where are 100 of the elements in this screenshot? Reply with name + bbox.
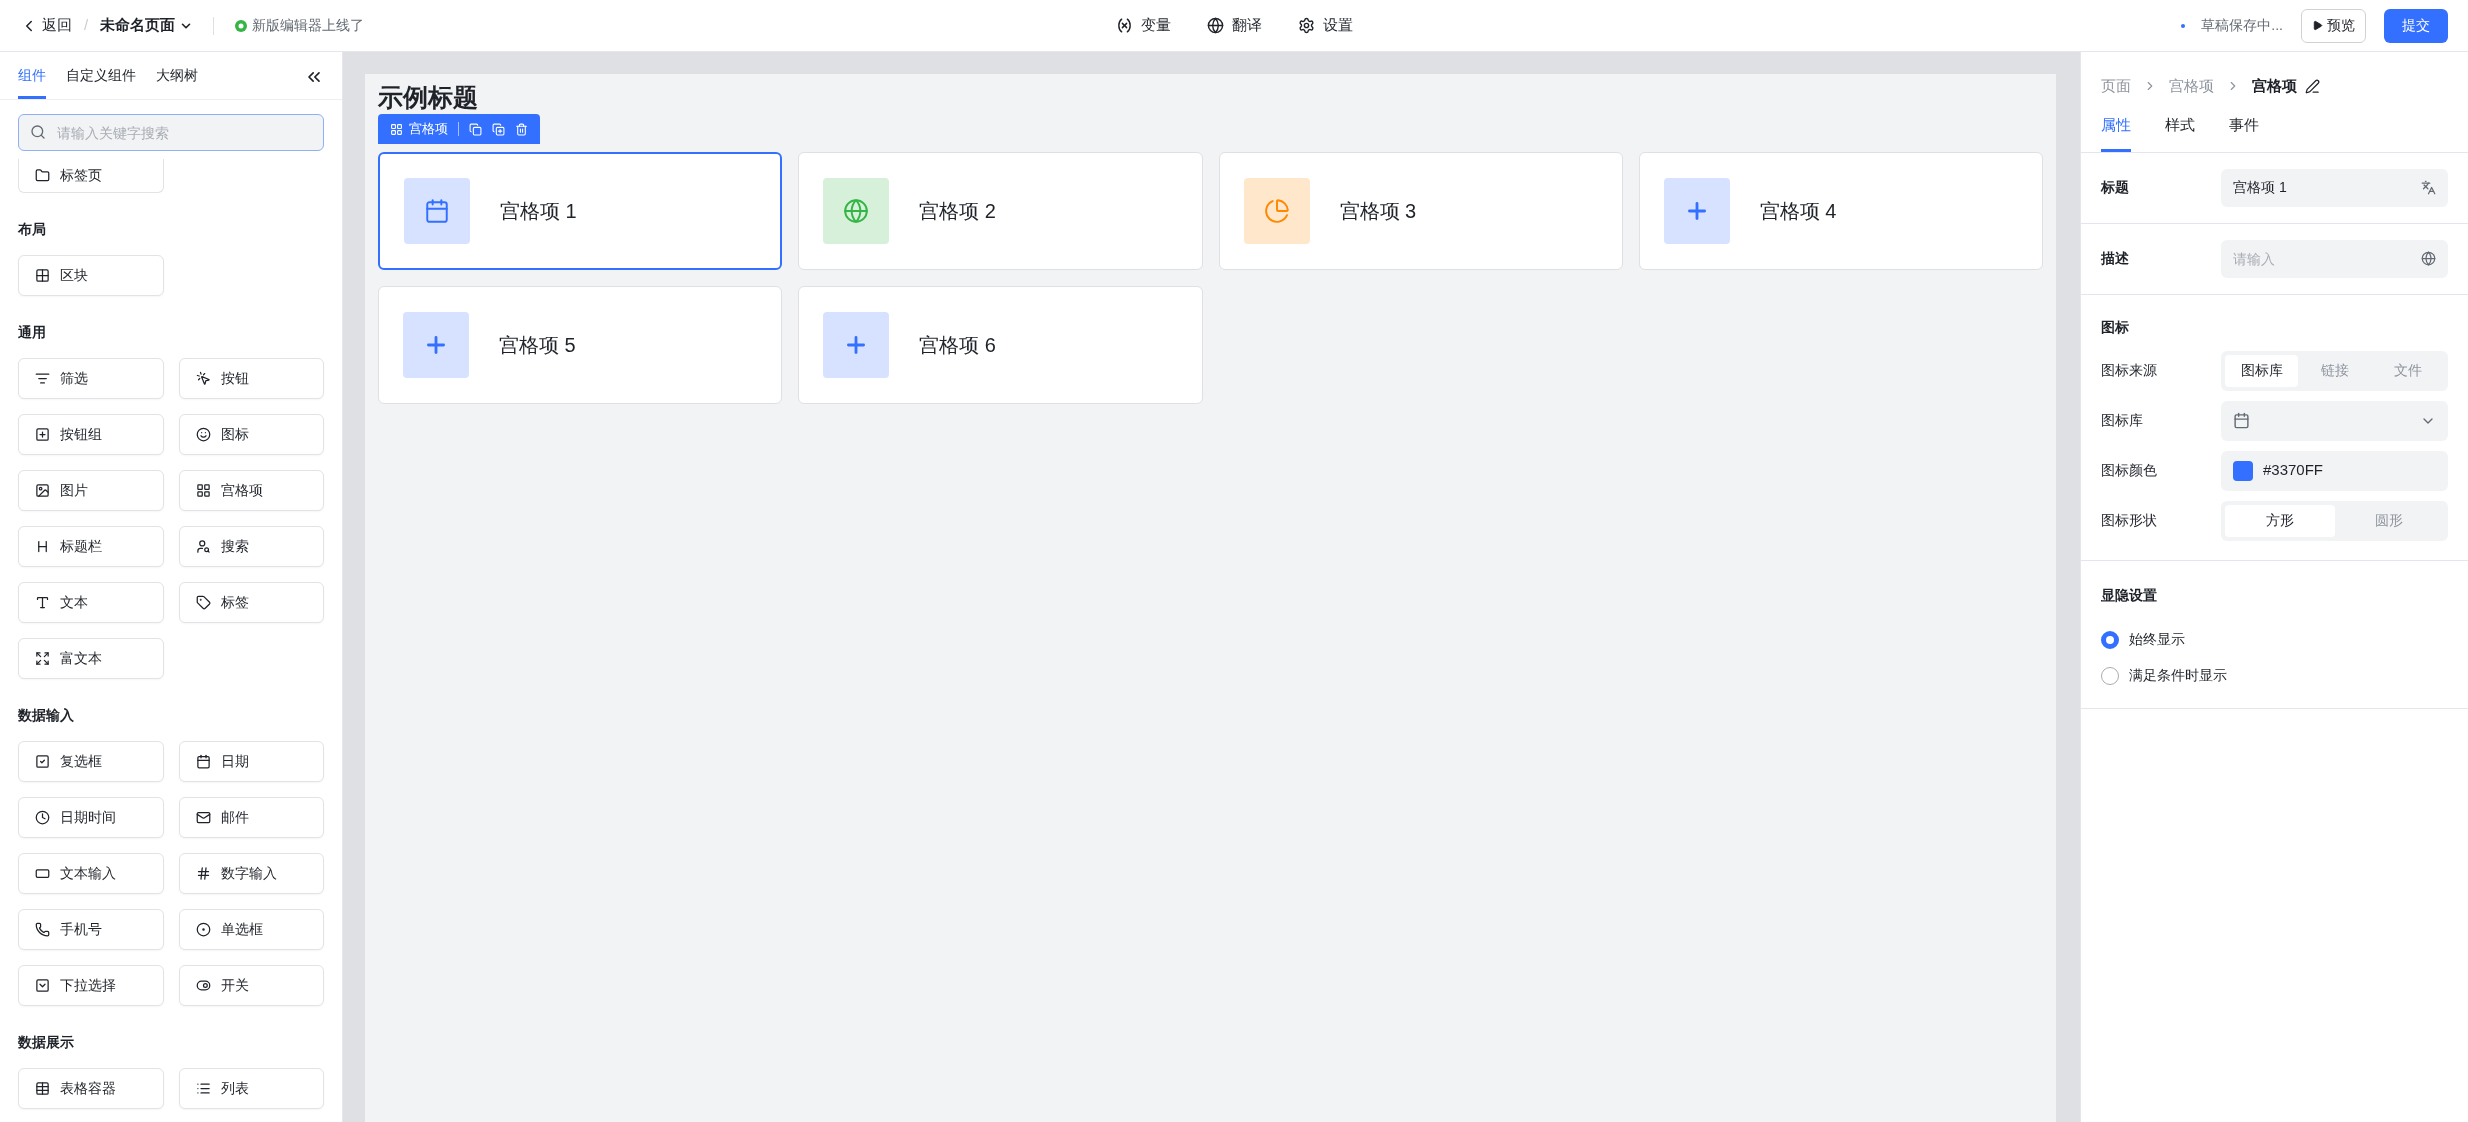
component-item[interactable]: 手机号 (18, 909, 164, 950)
clock-icon (35, 810, 50, 825)
mail-icon (195, 810, 211, 825)
tag-icon (195, 595, 211, 610)
component-item[interactable]: 开关 (178, 965, 324, 1006)
component-item[interactable]: 富文本 (18, 638, 164, 679)
component-item[interactable]: 标签页 (18, 159, 164, 193)
component-item[interactable]: 按钮 (178, 358, 324, 399)
sidebar-tab[interactable]: 组件 (18, 65, 46, 99)
checkbox-icon (35, 754, 50, 769)
section-heading: 通用 (18, 323, 47, 342)
component-item[interactable]: 文本 (18, 582, 164, 623)
grid-item-card[interactable]: 宫格项 1 (378, 152, 783, 270)
radio-icon (195, 922, 211, 937)
loading-icon (2179, 21, 2188, 30)
page-title-dropdown[interactable]: 未命名页面 (100, 14, 194, 37)
component-item[interactable]: 复选框 (18, 741, 164, 782)
section-heading: 图标 (2101, 317, 2130, 337)
user-search-icon (195, 539, 211, 554)
play-icon (2312, 20, 2323, 31)
description-field[interactable]: 请输入 (2221, 239, 2448, 278)
grid-icon (35, 268, 50, 283)
smile-icon (195, 427, 211, 442)
component-item[interactable]: 按钮组 (18, 414, 164, 455)
title-field[interactable]: 宫格项 1 (2221, 168, 2448, 207)
component-item[interactable]: 宫格项 (178, 470, 324, 511)
component-item[interactable]: 下拉选择 (18, 965, 164, 1006)
inspector-tab[interactable]: 事件 (2229, 114, 2259, 152)
inspector-tab[interactable]: 属性 (2101, 114, 2131, 152)
component-item[interactable]: 文本输入 (18, 853, 164, 894)
delete-icon[interactable] (515, 122, 528, 136)
settings-icon (1297, 17, 1315, 34)
grid-item-card[interactable]: 宫格项 5 (378, 286, 783, 404)
color-field[interactable]: #3370FF (2221, 450, 2448, 491)
calendar-icon (2233, 412, 2250, 429)
globe-icon (1206, 17, 1224, 34)
notice-link[interactable]: 新版编辑器上线了 (252, 15, 365, 36)
toggle-icon (195, 978, 211, 993)
section-heading: 数据展示 (18, 1033, 75, 1052)
segment-option[interactable]: 方形 (2225, 504, 2335, 537)
component-item[interactable]: 邮件 (178, 797, 324, 838)
copy-icon[interactable] (469, 122, 482, 136)
grid-icon (390, 122, 403, 136)
component-item[interactable]: 日期 (178, 741, 324, 782)
search-field[interactable]: 请输入关键字搜索 (18, 114, 324, 151)
globe-icon[interactable] (2421, 250, 2436, 266)
search-icon (30, 124, 46, 140)
duplicate-icon[interactable] (492, 122, 505, 136)
grid-item-card[interactable]: 宫格项 6 (798, 286, 1203, 404)
radio-button[interactable] (2101, 630, 2119, 649)
component-item[interactable]: 搜索 (178, 526, 324, 567)
component-item[interactable]: 日期时间 (18, 797, 164, 838)
component-item[interactable]: 图标 (178, 414, 324, 455)
grid-item-title: 宫格项 5 (499, 333, 576, 358)
component-item[interactable]: 图片 (18, 470, 164, 511)
component-item[interactable]: 单选框 (178, 909, 324, 950)
submit-button[interactable]: 提交 (2384, 8, 2448, 43)
component-item[interactable]: 标题栏 (18, 526, 164, 567)
toolbar-button[interactable]: 变量 (1115, 14, 1171, 37)
field-label: 描述 (2101, 249, 2130, 268)
translate-icon[interactable] (2421, 180, 2436, 195)
grid-item-card[interactable]: 宫格项 4 (1638, 152, 2043, 270)
back-button[interactable]: 返回 (20, 14, 72, 37)
radio-label: 满足条件时显示 (2129, 666, 2227, 685)
grid-item-card[interactable]: 宫格项 3 (1218, 152, 1623, 270)
preview-button[interactable]: 预览 (2301, 8, 2366, 43)
edit-icon[interactable] (2305, 78, 2320, 94)
radio-button[interactable] (2101, 666, 2119, 685)
component-item[interactable]: 标签 (178, 582, 324, 623)
color-swatch (2233, 460, 2253, 481)
section-heading: 数据输入 (18, 706, 75, 725)
dropdown-icon (35, 978, 50, 993)
grid-item-title: 宫格项 4 (1759, 199, 1837, 224)
grid-item-title: 宫格项 6 (919, 333, 996, 358)
component-item[interactable]: 区块 (18, 255, 164, 296)
notice-dot-icon (234, 18, 249, 33)
list-icon (195, 1081, 211, 1096)
breadcrumb-item: 宫格项 (2252, 75, 2297, 96)
calendar-icon (195, 754, 211, 769)
hash-icon (195, 866, 211, 881)
sidebar-tab[interactable]: 大纲树 (156, 65, 198, 99)
color-value: #3370FF (2263, 460, 2324, 481)
sidebar-tab[interactable]: 自定义组件 (66, 65, 136, 99)
segment-option[interactable]: 图标库 (2225, 354, 2298, 387)
toolbar-button[interactable]: 翻译 (1206, 14, 1262, 37)
component-item[interactable]: 表格容器 (18, 1068, 164, 1109)
toolbar-button[interactable]: 设置 (1297, 14, 1353, 37)
grid-item-card[interactable]: 宫格项 2 (798, 152, 1203, 270)
component-item[interactable]: 筛选 (18, 358, 164, 399)
inspector-tab[interactable]: 样式 (2165, 114, 2195, 152)
folder-icon (35, 168, 50, 183)
text-icon (35, 595, 50, 610)
filter-icon (35, 371, 50, 386)
component-item[interactable]: 数字输入 (178, 853, 324, 894)
selection-label: 宫格项 (409, 120, 448, 139)
component-item[interactable]: 列表 (178, 1068, 324, 1109)
section-heading: 显隐设置 (2101, 585, 2158, 605)
pointer-icon (195, 371, 211, 386)
grid-item-title: 宫格项 3 (1339, 199, 1417, 224)
grid-item-title: 宫格项 1 (500, 199, 577, 224)
